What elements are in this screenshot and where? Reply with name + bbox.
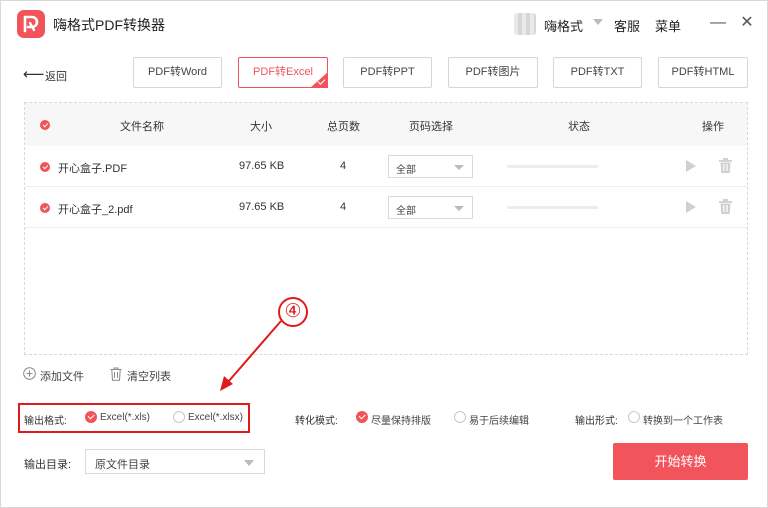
output-dir-value: 原文件目录 [95, 459, 150, 471]
progress-bar [507, 206, 598, 209]
app-title: 嗨格式PDF转换器 [53, 17, 165, 33]
tab-pdf-to-ppt[interactable]: PDF转PPT [343, 57, 432, 88]
conversion-mode-label: 转化模式: [295, 416, 338, 427]
start-convert-button[interactable]: 开始转换 [613, 443, 748, 480]
tab-pdf-to-image[interactable]: PDF转图片 [448, 57, 538, 88]
chevron-down-icon [244, 460, 254, 466]
add-file-button[interactable]: 添加文件 [23, 367, 93, 383]
page-range-value: 全部 [396, 165, 416, 176]
col-pages: 总页数 [327, 121, 360, 133]
output-format-label: 输出格式: [24, 416, 67, 427]
tab-pdf-to-txt[interactable]: PDF转TXT [553, 57, 642, 88]
output-dir-select[interactable]: 原文件目录 [85, 449, 265, 474]
file-pages: 4 [340, 201, 347, 213]
back-label: 返回 [45, 71, 67, 83]
row-checkbox[interactable] [40, 162, 50, 172]
col-status: 状态 [568, 121, 590, 133]
play-icon[interactable] [686, 160, 696, 172]
col-file-name: 文件名称 [120, 121, 164, 133]
chevron-down-icon [454, 206, 464, 211]
title-bar: 嗨格式PDF转换器 嗨格式 客服 菜单 — ✕ [1, 1, 767, 47]
select-all-checkbox[interactable] [40, 120, 50, 130]
radio-format-xlsx[interactable] [173, 411, 185, 423]
tab-pdf-to-excel[interactable]: PDF转Excel [238, 57, 328, 88]
pdf-logo-icon [17, 10, 45, 38]
progress-bar [507, 165, 598, 168]
menu-link[interactable]: 菜单 [655, 16, 681, 35]
tab-label: PDF转Excel [253, 66, 313, 78]
page-range-value: 全部 [396, 206, 416, 217]
col-actions: 操作 [702, 121, 724, 133]
annotation-arrow [220, 320, 282, 391]
play-icon[interactable] [686, 201, 696, 213]
trash-icon[interactable] [719, 158, 732, 173]
single-sheet-label[interactable]: 转换到一个工作表 [643, 412, 723, 427]
clear-list-button[interactable]: 清空列表 [110, 367, 180, 383]
file-name: 开心盒子.PDF [58, 163, 128, 175]
output-dir-label: 输出目录: [24, 459, 72, 471]
tab-pdf-to-word[interactable]: PDF转Word [133, 57, 222, 88]
user-avatar[interactable] [514, 13, 536, 35]
add-file-label: 添加文件 [40, 371, 84, 383]
file-table: 文件名称 大小 总页数 页码选择 状态 操作 开心盒子.PDF 97.65 KB… [24, 102, 748, 355]
file-name: 开心盒子_2.pdf [58, 204, 133, 216]
chevron-down-icon[interactable] [593, 19, 603, 25]
trash-icon[interactable] [719, 199, 732, 214]
selected-check-icon [310, 72, 328, 88]
file-size: 97.65 KB [239, 160, 285, 172]
mode-editable-label[interactable]: 易于后续编辑 [469, 412, 529, 427]
file-size: 97.65 KB [239, 201, 285, 213]
file-pages: 4 [340, 160, 347, 172]
trash-icon [110, 367, 122, 381]
format-xlsx-label[interactable]: Excel(*.xlsx) [188, 412, 243, 423]
page-range-select[interactable]: 全部 [388, 155, 473, 178]
table-row: 开心盒子_2.pdf 97.65 KB 4 全部 [25, 187, 747, 228]
format-xls-label[interactable]: Excel(*.xls) [100, 412, 150, 423]
mode-keep-layout-label[interactable]: 尽量保持排版 [371, 412, 431, 427]
customer-service-link[interactable]: 客服 [614, 16, 640, 35]
radio-format-xls[interactable] [85, 411, 97, 423]
plus-circle-icon [23, 367, 36, 380]
radio-mode-keep-layout[interactable] [356, 411, 368, 423]
table-row: 开心盒子.PDF 97.65 KB 4 全部 [25, 146, 747, 187]
app-window: 嗨格式PDF转换器 嗨格式 客服 菜单 — ✕ ⟵ 返回 PDF转Word PD… [0, 0, 768, 508]
clear-list-label: 清空列表 [127, 371, 171, 383]
minimize-icon[interactable]: — [707, 12, 729, 34]
output-form-label: 输出形式: [575, 416, 618, 427]
user-name[interactable]: 嗨格式 [544, 16, 583, 35]
tab-pdf-to-html[interactable]: PDF转HTML [658, 57, 748, 88]
arrow-left-icon: ⟵ [23, 66, 45, 83]
col-page-select: 页码选择 [409, 121, 453, 133]
row-checkbox[interactable] [40, 203, 50, 213]
radio-mode-editable[interactable] [454, 411, 466, 423]
chevron-down-icon [454, 165, 464, 170]
table-header: 文件名称 大小 总页数 页码选择 状态 操作 [25, 103, 747, 146]
radio-single-sheet[interactable] [628, 411, 640, 423]
page-range-select[interactable]: 全部 [388, 196, 473, 219]
close-icon[interactable]: ✕ [736, 12, 758, 34]
col-size: 大小 [250, 121, 272, 133]
